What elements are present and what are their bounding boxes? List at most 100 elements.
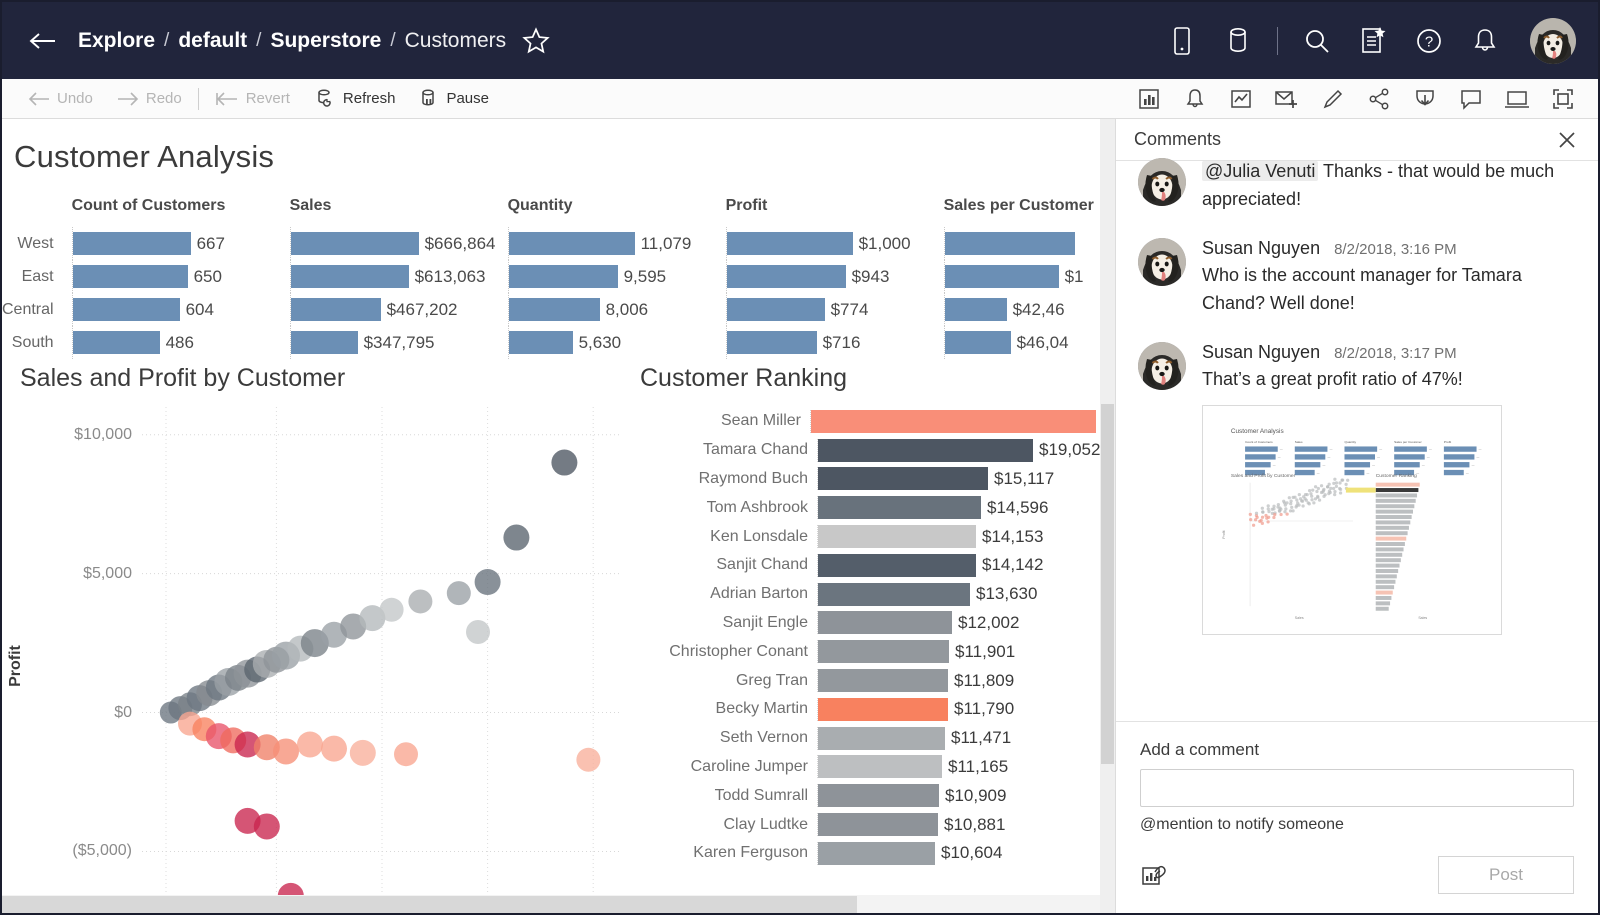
dashboard-horizontal-scrollbar-thumb[interactable] — [2, 896, 857, 913]
post-button[interactable]: Post — [1438, 856, 1574, 894]
new-workbook-icon[interactable] — [1356, 24, 1390, 58]
comments-thread[interactable]: @Julia Venuti Thanks - that would be muc… — [1116, 144, 1598, 703]
metrics-icon[interactable] — [1224, 83, 1258, 115]
back-arrow-icon[interactable] — [24, 23, 60, 59]
ranking-row[interactable]: Sanjit Engle $12,002 — [622, 609, 1102, 638]
ranking-customer-name: Christopher Conant — [669, 642, 808, 660]
ranking-row[interactable]: Sean Miller — [622, 407, 1102, 436]
avatar[interactable] — [1530, 17, 1576, 64]
ranking-row[interactable]: Greg Tran $11,809 — [622, 666, 1102, 695]
device-preview-icon[interactable] — [1500, 83, 1534, 115]
svg-text:Quantity: Quantity — [1344, 440, 1356, 444]
scatter-point[interactable] — [466, 620, 490, 644]
scatter-point[interactable] — [394, 742, 418, 767]
scatter-chart[interactable]: Profit $10,000 $5,000 $0 ($5,000) — [2, 407, 622, 907]
download-icon[interactable] — [1408, 83, 1442, 115]
ranking-bar — [818, 553, 976, 577]
kpi-bar-row[interactable]: $46,04 — [943, 326, 1115, 359]
refresh-button[interactable]: Refresh — [302, 83, 408, 115]
scatter-point[interactable] — [253, 813, 280, 840]
kpi-value-label: 11,079 — [640, 233, 692, 253]
comments-scrollbar-thumb[interactable] — [1101, 404, 1114, 764]
share-icon[interactable] — [1362, 83, 1396, 115]
mobile-layout-icon[interactable] — [1165, 24, 1199, 58]
view-data-icon[interactable] — [1132, 83, 1166, 115]
undo-button[interactable]: Undo — [16, 83, 105, 115]
breadcrumb-item-superstore[interactable]: Superstore — [270, 29, 381, 53]
kpi-bar-row[interactable]: 5,630 — [507, 326, 716, 359]
dashboard-horizontal-scrollbar-track[interactable] — [2, 895, 1101, 913]
comment-input[interactable] — [1140, 769, 1574, 807]
scatter-point[interactable] — [503, 524, 530, 551]
attach-snapshot-icon[interactable] — [1140, 860, 1174, 890]
ranking-row[interactable]: Clay Ludtke $10,881 — [622, 810, 1102, 839]
ranking-value-label: $11,901 — [955, 641, 1016, 661]
alerts-icon[interactable] — [1178, 83, 1212, 115]
ranking-row[interactable]: Raymond Buch $15,117 — [622, 465, 1102, 494]
scatter-point[interactable] — [379, 597, 404, 622]
fullscreen-icon[interactable] — [1546, 83, 1580, 115]
kpi-bar-row[interactable]: $1 — [943, 260, 1115, 293]
kpi-bar-row[interactable]: 667 — [71, 227, 280, 260]
ranking-row[interactable]: Caroline Jumper $11,165 — [622, 753, 1102, 782]
notifications-bell-icon[interactable] — [1468, 24, 1502, 58]
scatter-plot-area[interactable] — [142, 407, 622, 907]
ranking-row[interactable]: Karen Ferguson $10,604 — [622, 839, 1102, 868]
scatter-point[interactable] — [273, 738, 299, 765]
ranking-row[interactable]: Todd Sumrall $10,909 — [622, 781, 1102, 810]
scatter-point[interactable] — [576, 747, 601, 772]
ranking-row[interactable]: Becky Martin $11,790 — [622, 695, 1102, 724]
help-icon[interactable]: ? — [1412, 24, 1446, 58]
scatter-y-tick-label: $0 — [114, 703, 132, 721]
pause-button[interactable]: Pause — [407, 83, 501, 115]
scatter-point[interactable] — [408, 589, 433, 614]
ranking-row[interactable]: Adrian Barton $13,630 — [622, 580, 1102, 609]
search-icon[interactable] — [1300, 24, 1334, 58]
kpi-bar-row[interactable]: $716 — [725, 326, 934, 359]
kpi-bar-row[interactable] — [943, 227, 1115, 260]
kpi-bar-row[interactable]: $347,795 — [289, 326, 498, 359]
subscribe-icon[interactable] — [1270, 83, 1304, 115]
revert-button[interactable]: Revert — [203, 83, 302, 115]
ranking-row[interactable]: Tamara Chand $19,052 — [622, 436, 1102, 465]
breadcrumb-item-explore[interactable]: Explore — [78, 29, 155, 53]
kpi-bar-row[interactable]: 11,079 — [507, 227, 716, 260]
kpi-bar-row[interactable]: 650 — [71, 260, 280, 293]
kpi-bar-row[interactable]: $467,202 — [289, 293, 498, 326]
breadcrumb-item-default[interactable]: default — [178, 29, 247, 53]
comment-snapshot-thumbnail[interactable]: Customer Analysis Count of Customers — — — — S… — [1202, 405, 1502, 636]
scatter-point[interactable] — [474, 569, 501, 595]
kpi-bar-row[interactable]: $943 — [725, 260, 934, 293]
kpi-bar-row[interactable]: 486 — [71, 326, 280, 359]
ranking-value-label: $14,596 — [987, 497, 1049, 517]
kpi-bar-row[interactable]: 604 — [71, 293, 280, 326]
edit-icon[interactable] — [1316, 83, 1350, 115]
svg-text:—: — — [1372, 464, 1375, 468]
kpi-bar-row[interactable]: $613,063 — [289, 260, 498, 293]
breadcrumb-item-customers[interactable]: Customers — [405, 29, 507, 53]
ranking-row[interactable]: Ken Lonsdale $14,153 — [622, 522, 1102, 551]
redo-button[interactable]: Redo — [105, 83, 194, 115]
kpi-bar-row[interactable]: $1,000 — [725, 227, 934, 260]
kpi-bar-row[interactable]: 9,595 — [507, 260, 716, 293]
kpi-bar-row[interactable]: $42,46 — [943, 293, 1115, 326]
data-source-icon[interactable] — [1221, 24, 1255, 58]
ranking-row[interactable]: Christopher Conant $11,901 — [622, 637, 1102, 666]
favorite-star-icon[interactable] — [522, 27, 550, 54]
kpi-bar-row[interactable]: $774 — [725, 293, 934, 326]
comment-mention[interactable]: @Julia Venuti — [1202, 161, 1319, 181]
kpi-bar-row[interactable]: 8,006 — [507, 293, 716, 326]
comments-icon[interactable] — [1454, 83, 1488, 115]
ranking-bar — [818, 582, 970, 606]
kpi-bar-row[interactable]: $666,864 — [289, 227, 498, 260]
scatter-point[interactable] — [446, 581, 471, 606]
ranking-bar-wrap: $12,002 — [817, 611, 1102, 635]
ranking-bar — [818, 525, 976, 549]
scatter-point[interactable] — [349, 739, 376, 766]
ranking-row[interactable]: Sanjit Chand $14,142 — [622, 551, 1102, 580]
ranking-row[interactable]: Seth Vernon $11,471 — [622, 724, 1102, 753]
scatter-point[interactable] — [297, 731, 323, 758]
ranking-row[interactable]: Tom Ashbrook $14,596 — [622, 493, 1102, 522]
scatter-point[interactable] — [321, 735, 347, 762]
scatter-point[interactable] — [551, 449, 578, 476]
